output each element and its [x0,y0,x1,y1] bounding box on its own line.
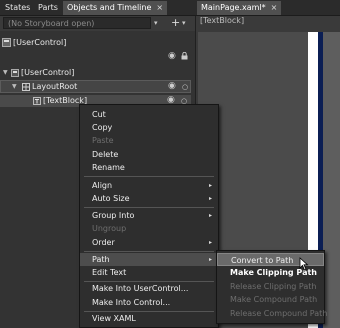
grid-icon [22,83,30,91]
menu-separator [84,251,214,252]
menu-item-ungroup[interactable]: Ungroup [80,222,218,235]
tab-states-label: States [5,3,31,12]
submenu-arrow-icon: ▸ [208,195,212,202]
scope-label: [UserControl] [13,38,67,47]
menu-item-make-into-control[interactable]: Make Into Control... [80,296,218,309]
menu-item-edit-text[interactable]: Edit Text [80,266,218,279]
cursor-pointer-icon [299,257,309,271]
menu-item-label: Order [92,238,115,247]
menu-item-delete[interactable]: Delete [80,148,218,161]
storyboard-picker[interactable]: (No Storyboard open) [3,17,151,29]
lock-icon[interactable] [181,52,188,60]
menu-item-label: Copy [92,123,113,132]
document-tab-label: MainPage.xaml* [201,3,266,12]
menu-item-label: Rename [92,163,125,172]
menu-item-paste[interactable]: Paste [80,134,218,147]
chevron-down-icon[interactable]: ▾ [154,19,158,27]
close-icon[interactable]: × [156,3,163,12]
tab-states[interactable]: States [1,1,34,15]
tree-row-layoutroot[interactable]: ▼ LayoutRoot ◉ ○ [0,80,191,93]
menu-item-release-clipping-path[interactable]: Release Clipping Path [217,280,324,293]
chevron-down-icon[interactable]: ▾ [182,19,186,27]
tree-label: LayoutRoot [32,82,78,91]
usercontrol-icon [11,69,19,77]
menu-item-label: Group Into [92,211,135,220]
menu-item-label: Edit Text [92,268,127,277]
menu-item-view-xaml[interactable]: View XAML [80,312,218,325]
panel-tab-strip: States Parts Objects and Timeline × [0,0,195,16]
menu-item-label: View XAML [92,314,136,323]
eye-icon[interactable]: ◉ [168,51,176,61]
menu-item-label: Auto Size [92,194,130,203]
menu-item-label: Release Compound Path [230,309,328,318]
menu-item-label: Make Compound Path [230,295,318,304]
menu-item-label: Path [92,255,110,264]
menu-item-label: Align [92,181,113,190]
menu-item-rename[interactable]: Rename [80,161,218,174]
submenu-arrow-icon: ▸ [208,256,212,263]
menu-separator [84,176,214,177]
tab-parts[interactable]: Parts [34,1,62,15]
menu-item-release-compound-path[interactable]: Release Compound Path [217,307,328,320]
submenu-arrow-icon: ▸ [208,239,212,246]
menu-item-make-compound-path[interactable]: Make Compound Path [217,293,324,306]
menu-item-order[interactable]: Order ▸ [80,236,218,249]
menu-separator [84,207,214,208]
textblock-icon [33,97,41,105]
menu-item-label: Paste [92,136,114,145]
storyboard-placeholder: (No Storyboard open) [8,19,95,28]
storyboard-bar: (No Storyboard open) ▾ + ▾ [0,16,195,31]
tab-mainpage-xaml[interactable]: MainPage.xaml* × [197,1,282,15]
add-storyboard-icon[interactable]: + [171,16,180,29]
menu-item-make-into-usercontrol[interactable]: Make Into UserControl... [80,282,218,295]
menu-item-auto-size[interactable]: Auto Size ▸ [80,192,218,205]
menu-item-label: Release Clipping Path [230,282,317,291]
tree-row-usercontrol[interactable]: ▼ [UserControl] [0,68,195,79]
menu-item-path[interactable]: Path ▸ [80,253,218,266]
expand-icon[interactable]: ▼ [3,69,8,76]
eye-icon[interactable]: ◉ [168,81,176,91]
menu-item-group-into[interactable]: Group Into ▸ [80,209,218,222]
expand-icon[interactable]: ▼ [12,83,17,90]
context-menu: Cut Copy Paste Delete Rename Align ▸ Auto… [79,104,219,328]
menu-item-label: Delete [92,150,119,159]
lock-dot-icon[interactable]: ○ [182,83,188,91]
tree-label: [UserControl] [21,68,75,77]
submenu-arrow-icon: ▸ [208,182,212,189]
menu-item-align[interactable]: Align ▸ [80,179,218,192]
menu-item-label: Ungroup [92,224,127,233]
submenu-arrow-icon: ▸ [208,212,212,219]
breadcrumb[interactable]: [TextBlock] [200,16,244,25]
menu-item-copy[interactable]: Copy [80,121,218,134]
usercontrol-scope-icon [2,38,11,47]
menu-item-label: Cut [92,110,106,119]
tab-parts-label: Parts [38,3,58,12]
menu-item-label: Make Into UserControl... [92,284,189,293]
menu-item-cut[interactable]: Cut [80,108,218,121]
tab-objects-and-timeline[interactable]: Objects and Timeline × [63,1,168,15]
tab-objects-label: Objects and Timeline [67,3,152,12]
close-icon[interactable]: × [271,3,278,12]
menu-item-label: Make Into Control... [92,298,171,307]
